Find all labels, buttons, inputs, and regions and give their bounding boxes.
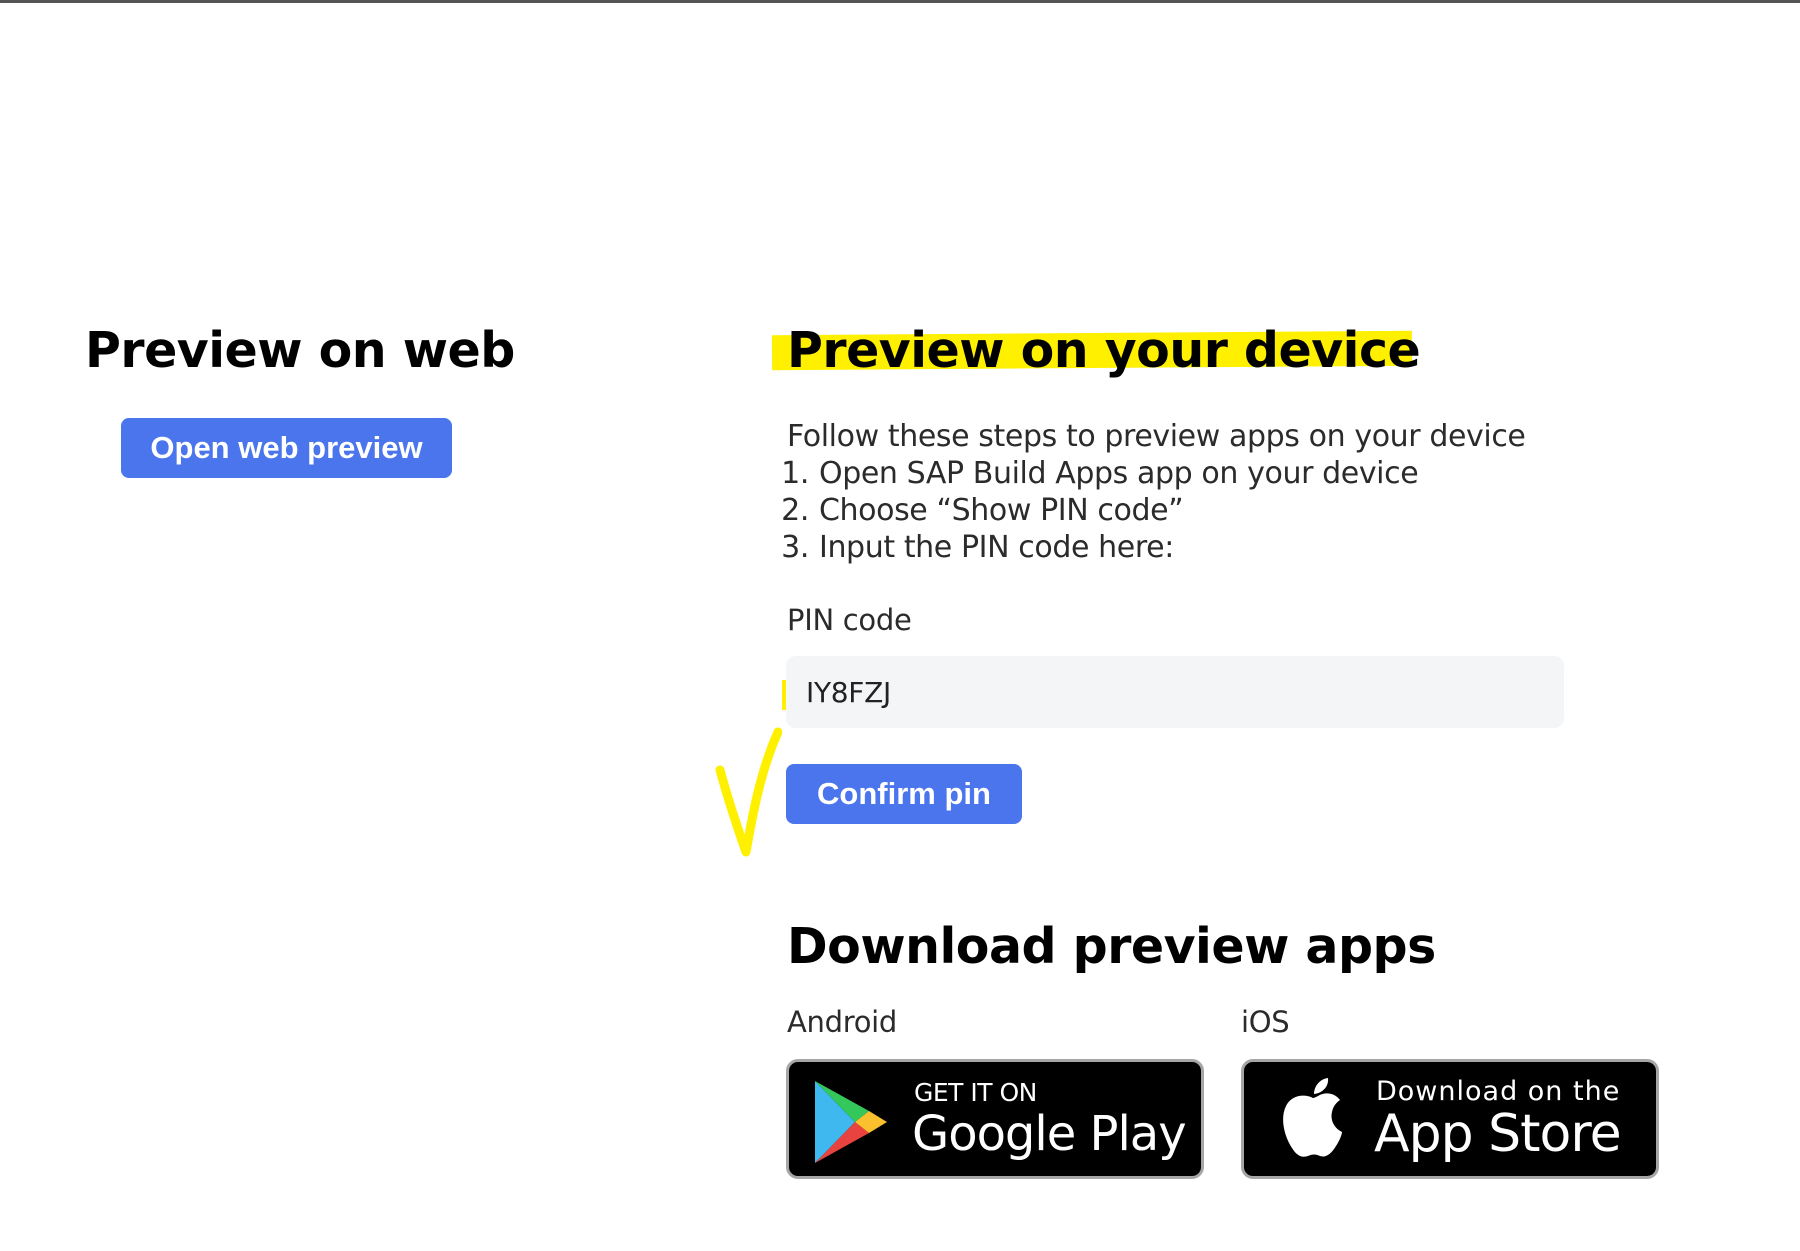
steps-list: 1. Open SAP Build Apps app on your devic… xyxy=(775,455,1419,566)
app-store-small-text: Download on the xyxy=(1376,1076,1621,1107)
google-play-icon xyxy=(815,1081,887,1163)
step-item: 2. Choose “Show PIN code” xyxy=(781,493,1184,528)
google-play-small-text: GET IT ON xyxy=(914,1078,1037,1107)
pin-code-input[interactable] xyxy=(786,656,1564,728)
download-title: Download preview apps xyxy=(787,918,1436,975)
pin-code-label: PIN code xyxy=(787,603,912,637)
app-store-badge[interactable]: Download on the App Store xyxy=(1241,1059,1659,1179)
device-preview-title: Preview on your device xyxy=(787,322,1421,379)
top-divider xyxy=(0,0,1800,3)
check-mark-icon xyxy=(715,727,782,857)
apple-icon xyxy=(1283,1078,1342,1157)
ios-label: iOS xyxy=(1241,1005,1290,1039)
app-store-big-text: App Store xyxy=(1374,1104,1622,1164)
open-web-preview-button[interactable]: Open web preview xyxy=(121,418,452,478)
google-play-big-text: Google Play xyxy=(912,1106,1187,1162)
google-play-badge[interactable]: GET IT ON Google Play xyxy=(786,1059,1204,1179)
confirm-pin-button[interactable]: Confirm pin xyxy=(786,764,1022,824)
web-preview-title: Preview on web xyxy=(85,322,515,379)
preview-page: Preview on web Open web preview Preview … xyxy=(0,0,1800,1251)
android-label: Android xyxy=(787,1005,898,1039)
step-item: 3. Input the PIN code here: xyxy=(781,530,1174,565)
step-item: 1. Open SAP Build Apps app on your devic… xyxy=(781,456,1419,491)
steps-intro: Follow these steps to preview apps on yo… xyxy=(787,419,1526,454)
